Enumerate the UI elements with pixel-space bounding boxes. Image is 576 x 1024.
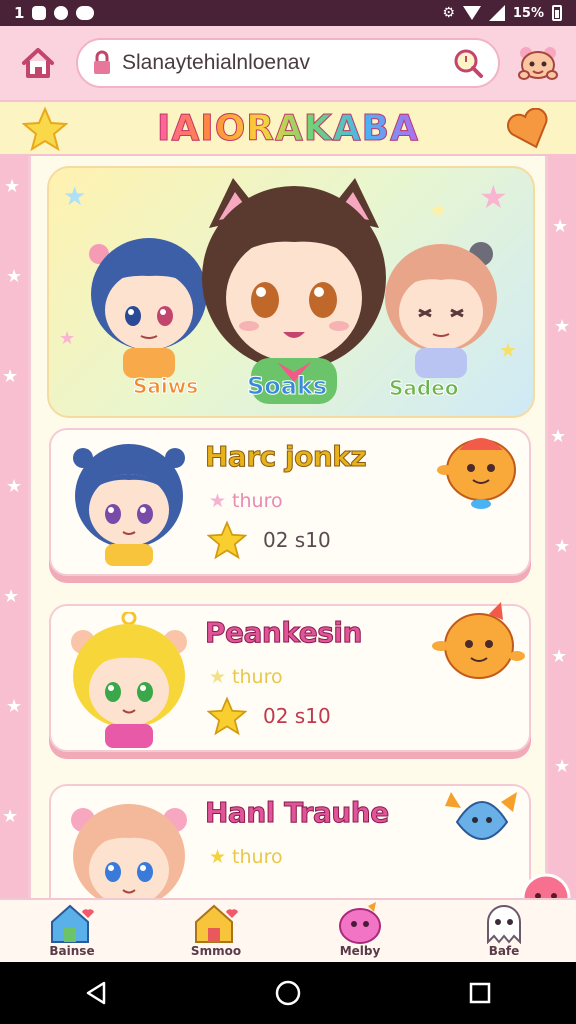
character-avatar	[71, 804, 187, 898]
card-subtitle: ★ thuro	[209, 846, 283, 868]
favorite-button[interactable]	[205, 694, 249, 738]
nav-label: Bafe	[488, 944, 520, 958]
url-text: Slanaytehialnloenav	[122, 51, 310, 74]
content-panel: ★ ★ ★ ★ ★ Saiws Soaks Sadeo Harc jonkz ★…	[28, 156, 548, 898]
card-subtitle-text: thuro	[232, 490, 283, 512]
star-icon: ★	[429, 198, 447, 222]
star-icon	[207, 520, 247, 560]
recents-icon[interactable]	[466, 979, 494, 1007]
star-icon: ★	[63, 182, 87, 212]
browser-toolbar: Slanaytehialnloenav	[0, 26, 576, 100]
status-time: 1	[14, 4, 25, 22]
card-subtitle: ★ thuro	[209, 666, 283, 688]
card-meta: 02 s10	[263, 528, 331, 552]
star-icon	[22, 106, 68, 152]
card-subtitle: ★ thuro	[209, 490, 283, 512]
back-icon[interactable]	[82, 979, 110, 1007]
nav-label: Melby	[339, 944, 381, 958]
card-title: Hanl Trauhe	[205, 796, 390, 830]
hero-label-right: Sadeo	[389, 376, 460, 401]
status-right: ⚙ 15%	[442, 5, 562, 21]
wifi-icon	[462, 6, 481, 20]
mascot-icon	[518, 47, 558, 80]
slime-icon	[339, 902, 381, 944]
title-banner: IAIORAKABA	[0, 100, 576, 156]
status-bar: 1 ⚙ 15%	[0, 0, 576, 26]
app-title: IAIORAKABA	[157, 107, 419, 149]
nav-item-smmoo[interactable]: Smmoo	[161, 902, 271, 958]
character-avatar	[73, 444, 185, 566]
lock-icon	[94, 50, 110, 74]
home-button[interactable]	[14, 39, 62, 87]
search-icon[interactable]	[452, 47, 484, 79]
card-title: Peankesin	[205, 616, 363, 650]
notification-icon	[54, 6, 69, 20]
heart-icon	[506, 108, 548, 149]
right-pattern-strip: ★ ★ ★ ★ ★ ★	[548, 156, 576, 898]
profile-menu-button[interactable]	[514, 39, 562, 87]
notification-icon	[32, 6, 47, 20]
card-title: Harc jonkz	[204, 440, 367, 474]
battery-percent: 15%	[512, 5, 544, 21]
vibrate-icon: ⚙	[442, 5, 455, 21]
nav-item-bainse[interactable]: Bainse	[17, 902, 127, 958]
pet-mascot-icon	[445, 792, 517, 840]
character-avatar	[71, 612, 187, 748]
home-circle-icon[interactable]	[274, 979, 302, 1007]
star-icon: ★	[59, 328, 76, 349]
battery-icon	[552, 5, 562, 21]
notification-icon	[76, 6, 95, 20]
card-subtitle-text: thuro	[232, 846, 283, 868]
character-card[interactable]: Hanl Trauhe ★ thuro	[49, 784, 531, 898]
left-pattern-strip: ★ ★ ★ ★ ★ ★ ★	[0, 156, 28, 898]
hero-label-left: Saiws	[132, 374, 199, 399]
card-meta: 02 s10	[263, 704, 331, 728]
house-heart-icon	[195, 904, 238, 943]
signal-icon	[488, 5, 505, 21]
nav-item-bafe[interactable]: Bafe	[449, 902, 559, 958]
character-card[interactable]: Harc jonkz ★ thuro 02 s10	[49, 428, 531, 576]
pet-mascot-icon	[437, 438, 516, 509]
system-navigation-bar	[0, 962, 576, 1024]
character-card[interactable]: Peankesin ★ thuro 02 s10	[49, 602, 531, 752]
home-icon	[22, 48, 54, 78]
featured-hero[interactable]: ★ ★ ★ ★ ★ Saiws Soaks Sadeo	[47, 166, 535, 418]
hero-label-center: Soaks	[246, 372, 328, 401]
star-icon	[207, 696, 247, 736]
url-bar[interactable]: Slanaytehialnloenav	[76, 38, 500, 88]
card-subtitle-text: thuro	[232, 666, 283, 688]
status-left: 1	[14, 4, 95, 22]
star-icon: ★	[479, 178, 508, 216]
favorite-button[interactable]	[205, 518, 249, 562]
bottom-navigation: Bainse Smmoo Melby Bafe	[0, 898, 576, 962]
nav-label: Smmoo	[190, 944, 242, 958]
ghost-icon	[487, 905, 521, 944]
pet-mascot-icon	[432, 602, 525, 679]
nav-item-melby[interactable]: Melby	[305, 900, 415, 958]
nav-label: Bainse	[49, 944, 95, 958]
house-heart-icon	[51, 904, 94, 943]
